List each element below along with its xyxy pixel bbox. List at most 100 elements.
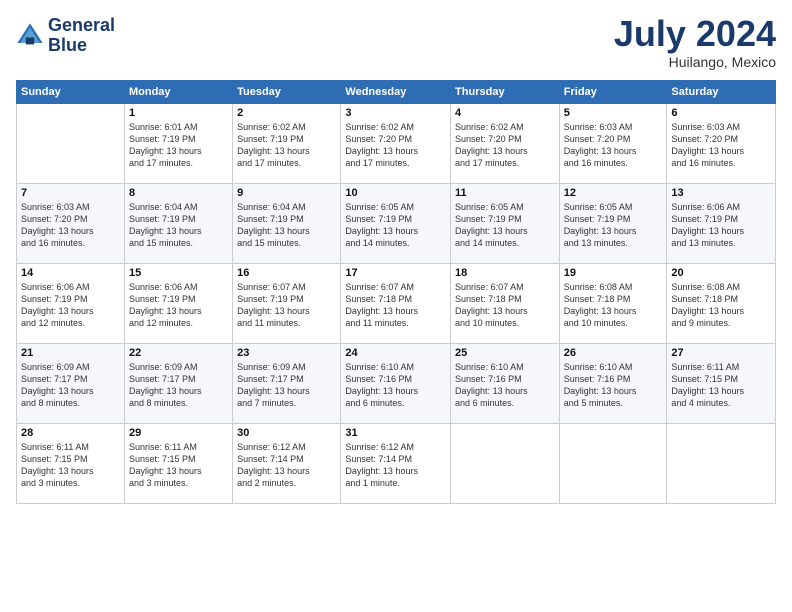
- table-row: 30Sunrise: 6:12 AMSunset: 7:14 PMDayligh…: [233, 424, 341, 504]
- table-row: 19 Sunrise: 6:08 AMSunset: 7:18 PMDayligh…: [559, 264, 667, 344]
- day-info: Sunrise: 6:11 AMSunset: 7:15 PMDaylight:…: [21, 441, 120, 490]
- day-number: 9: [237, 187, 336, 199]
- day-number: 12: [564, 187, 663, 199]
- day-info: Sunrise: 6:11 AMSunset: 7:15 PMDaylight:…: [129, 441, 228, 490]
- col-wednesday: Wednesday: [341, 81, 451, 104]
- location: Huilango, Mexico: [614, 54, 776, 70]
- table-row: 10 Sunrise: 6:05 AMSunset: 7:19 PMDayligh…: [341, 184, 451, 264]
- table-row: [559, 424, 667, 504]
- day-number: 15: [129, 267, 228, 279]
- day-info: Sunrise: 6:05 AMSunset: 7:19 PMDaylight:…: [455, 201, 555, 250]
- calendar-week-row: 14 Sunrise: 6:06 AMSunset: 7:19 PMDayligh…: [17, 264, 776, 344]
- table-row: 12 Sunrise: 6:05 AMSunset: 7:19 PMDayligh…: [559, 184, 667, 264]
- table-row: 15 Sunrise: 6:06 AMSunset: 7:19 PMDayligh…: [124, 264, 232, 344]
- day-number: 20: [671, 267, 771, 279]
- logo-icon: [16, 22, 44, 50]
- logo-text: General Blue: [48, 16, 115, 56]
- day-info: Sunrise: 6:04 AMSunset: 7:19 PMDaylight:…: [129, 201, 228, 250]
- table-row: 5 Sunrise: 6:03 AMSunset: 7:20 PMDaylight…: [559, 104, 667, 184]
- day-number: 13: [671, 187, 771, 199]
- table-row: 9 Sunrise: 6:04 AMSunset: 7:19 PMDaylight…: [233, 184, 341, 264]
- table-row: 7Sunrise: 6:03 AMSunset: 7:20 PMDaylight…: [17, 184, 125, 264]
- table-row: 6 Sunrise: 6:03 AMSunset: 7:20 PMDaylight…: [667, 104, 776, 184]
- table-row: 21Sunrise: 6:09 AMSunset: 7:17 PMDayligh…: [17, 344, 125, 424]
- day-info: Sunrise: 6:06 AMSunset: 7:19 PMDaylight:…: [21, 281, 120, 330]
- table-row: 11 Sunrise: 6:05 AMSunset: 7:19 PMDayligh…: [451, 184, 560, 264]
- col-sunday: Sunday: [17, 81, 125, 104]
- table-row: 16Sunrise: 6:07 AMSunset: 7:19 PMDayligh…: [233, 264, 341, 344]
- calendar-week-row: 21Sunrise: 6:09 AMSunset: 7:17 PMDayligh…: [17, 344, 776, 424]
- day-number: 17: [345, 267, 446, 279]
- table-row: 31 Sunrise: 6:12 AMSunset: 7:14 PMDayligh…: [341, 424, 451, 504]
- calendar-week-row: 7Sunrise: 6:03 AMSunset: 7:20 PMDaylight…: [17, 184, 776, 264]
- table-row: 23 Sunrise: 6:09 AMSunset: 7:17 PMDayligh…: [233, 344, 341, 424]
- day-info: Sunrise: 6:07 AMSunset: 7:18 PMDaylight:…: [455, 281, 555, 330]
- day-number: 28: [21, 427, 120, 439]
- day-number: 11: [455, 187, 555, 199]
- day-number: 24: [345, 347, 446, 359]
- day-number: 5: [564, 107, 663, 119]
- day-info: Sunrise: 6:02 AMSunset: 7:19 PMDaylight:…: [237, 121, 336, 170]
- day-info: Sunrise: 6:10 AMSunset: 7:16 PMDaylight:…: [564, 361, 663, 410]
- day-info: Sunrise: 6:03 AMSunset: 7:20 PMDaylight:…: [564, 121, 663, 170]
- day-info: Sunrise: 6:09 AMSunset: 7:17 PMDaylight:…: [21, 361, 120, 410]
- day-number: 3: [345, 107, 446, 119]
- day-number: 6: [671, 107, 771, 119]
- day-info: Sunrise: 6:06 AMSunset: 7:19 PMDaylight:…: [129, 281, 228, 330]
- day-info: Sunrise: 6:08 AMSunset: 7:18 PMDaylight:…: [564, 281, 663, 330]
- day-info: Sunrise: 6:10 AMSunset: 7:16 PMDaylight:…: [345, 361, 446, 410]
- table-row: 20 Sunrise: 6:08 AMSunset: 7:18 PMDayligh…: [667, 264, 776, 344]
- day-number: 23: [237, 347, 336, 359]
- title-block: July 2024 Huilango, Mexico: [614, 16, 776, 70]
- table-row: 13 Sunrise: 6:06 AMSunset: 7:19 PMDayligh…: [667, 184, 776, 264]
- day-info: Sunrise: 6:07 AMSunset: 7:18 PMDaylight:…: [345, 281, 446, 330]
- col-monday: Monday: [124, 81, 232, 104]
- day-info: Sunrise: 6:09 AMSunset: 7:17 PMDaylight:…: [129, 361, 228, 410]
- col-saturday: Saturday: [667, 81, 776, 104]
- day-info: Sunrise: 6:10 AMSunset: 7:16 PMDaylight:…: [455, 361, 555, 410]
- calendar-header-row: Sunday Monday Tuesday Wednesday Thursday…: [17, 81, 776, 104]
- day-number: 4: [455, 107, 555, 119]
- calendar-page: General Blue July 2024 Huilango, Mexico …: [0, 0, 792, 612]
- day-info: Sunrise: 6:09 AMSunset: 7:17 PMDaylight:…: [237, 361, 336, 410]
- day-info: Sunrise: 6:03 AMSunset: 7:20 PMDaylight:…: [21, 201, 120, 250]
- day-number: 1: [129, 107, 228, 119]
- day-info: Sunrise: 6:05 AMSunset: 7:19 PMDaylight:…: [345, 201, 446, 250]
- day-info: Sunrise: 6:03 AMSunset: 7:20 PMDaylight:…: [671, 121, 771, 170]
- table-row: 4 Sunrise: 6:02 AMSunset: 7:20 PMDaylight…: [451, 104, 560, 184]
- day-number: 19: [564, 267, 663, 279]
- day-info: Sunrise: 6:04 AMSunset: 7:19 PMDaylight:…: [237, 201, 336, 250]
- day-number: 14: [21, 267, 120, 279]
- col-friday: Friday: [559, 81, 667, 104]
- day-info: Sunrise: 6:11 AMSunset: 7:15 PMDaylight:…: [671, 361, 771, 410]
- table-row: 3 Sunrise: 6:02 AMSunset: 7:20 PMDaylight…: [341, 104, 451, 184]
- calendar-week-row: 1 Sunrise: 6:01 AMSunset: 7:19 PMDaylight…: [17, 104, 776, 184]
- table-row: 25 Sunrise: 6:10 AMSunset: 7:16 PMDayligh…: [451, 344, 560, 424]
- day-number: 8: [129, 187, 228, 199]
- page-header: General Blue July 2024 Huilango, Mexico: [16, 16, 776, 70]
- day-number: 26: [564, 347, 663, 359]
- day-number: 29: [129, 427, 228, 439]
- table-row: 22Sunrise: 6:09 AMSunset: 7:17 PMDayligh…: [124, 344, 232, 424]
- day-number: 27: [671, 347, 771, 359]
- col-thursday: Thursday: [451, 81, 560, 104]
- day-info: Sunrise: 6:12 AMSunset: 7:14 PMDaylight:…: [345, 441, 446, 490]
- day-info: Sunrise: 6:06 AMSunset: 7:19 PMDaylight:…: [671, 201, 771, 250]
- day-info: Sunrise: 6:08 AMSunset: 7:18 PMDaylight:…: [671, 281, 771, 330]
- day-number: 31: [345, 427, 446, 439]
- day-info: Sunrise: 6:01 AMSunset: 7:19 PMDaylight:…: [129, 121, 228, 170]
- day-info: Sunrise: 6:07 AMSunset: 7:19 PMDaylight:…: [237, 281, 336, 330]
- table-row: [17, 104, 125, 184]
- day-number: 18: [455, 267, 555, 279]
- day-info: Sunrise: 6:02 AMSunset: 7:20 PMDaylight:…: [455, 121, 555, 170]
- table-row: 24 Sunrise: 6:10 AMSunset: 7:16 PMDayligh…: [341, 344, 451, 424]
- day-info: Sunrise: 6:05 AMSunset: 7:19 PMDaylight:…: [564, 201, 663, 250]
- day-number: 10: [345, 187, 446, 199]
- col-tuesday: Tuesday: [233, 81, 341, 104]
- day-number: 25: [455, 347, 555, 359]
- day-info: Sunrise: 6:02 AMSunset: 7:20 PMDaylight:…: [345, 121, 446, 170]
- day-number: 30: [237, 427, 336, 439]
- calendar-week-row: 28 Sunrise: 6:11 AMSunset: 7:15 PMDayligh…: [17, 424, 776, 504]
- table-row: 14 Sunrise: 6:06 AMSunset: 7:19 PMDayligh…: [17, 264, 125, 344]
- table-row: 18 Sunrise: 6:07 AMSunset: 7:18 PMDayligh…: [451, 264, 560, 344]
